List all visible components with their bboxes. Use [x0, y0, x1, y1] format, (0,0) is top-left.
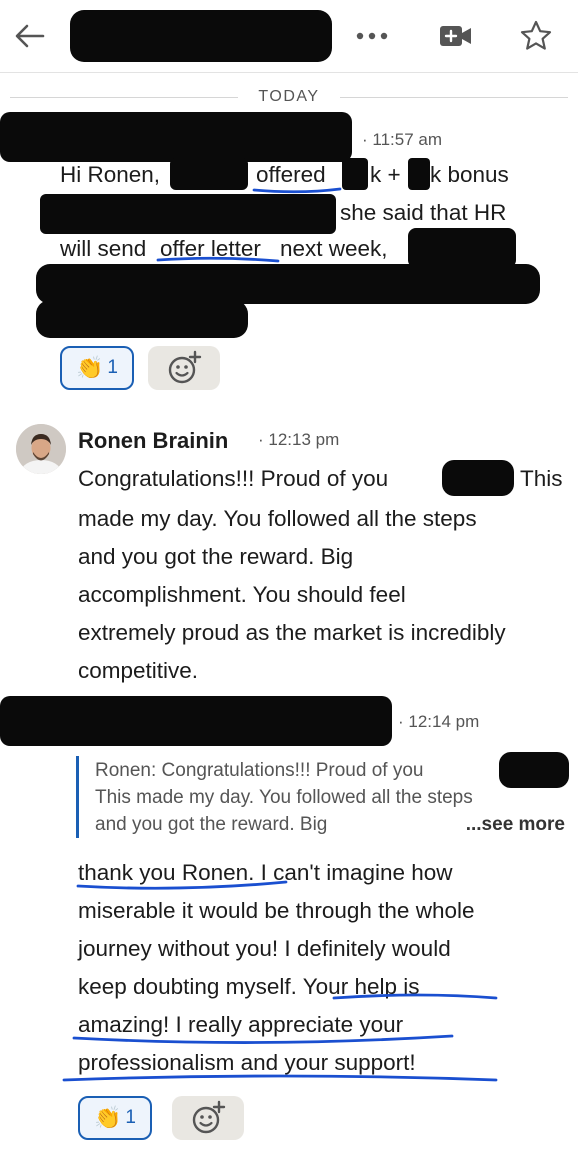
add-reaction-button[interactable] [172, 1096, 244, 1140]
pen-underline [62, 1074, 498, 1082]
quoted-message[interactable]: Ronen: Congratulations!!! Proud of you T… [76, 752, 569, 838]
redaction [36, 300, 248, 338]
sender-name[interactable]: Ronen Brainin [78, 428, 228, 454]
redaction [408, 158, 430, 190]
timestamp-text: 12:14 pm [408, 712, 480, 731]
see-more-link[interactable]: ...see more [466, 814, 565, 836]
message-text: Congratulations!!! Proud of you [78, 466, 389, 491]
message-text: Hi Ronen, [60, 162, 161, 187]
redaction [442, 460, 514, 496]
message-text: offered [256, 162, 326, 187]
add-emoji-icon [192, 1100, 226, 1134]
conversation-header [0, 0, 578, 73]
redacted-sender-name [0, 696, 392, 746]
avatar[interactable] [16, 424, 66, 474]
message-text: miserable it would be through the whole [78, 898, 475, 923]
message-text: k + [370, 162, 401, 187]
message-text: extremely proud as the market is incredi… [78, 620, 506, 645]
star-button[interactable] [516, 16, 556, 56]
timestamp-text: 11:57 am [372, 130, 443, 149]
quote-text: and you got the reward. Big [95, 814, 328, 835]
message-text: competitive. [78, 658, 199, 683]
message-text: next week, [280, 236, 388, 261]
clap-reaction-button[interactable]: 👏 1 [60, 346, 134, 390]
reaction-count: 1 [107, 357, 118, 378]
clap-icon: 👏 [76, 355, 104, 380]
arrow-left-icon [15, 24, 45, 48]
message-timestamp: · 12:14 pm [398, 712, 480, 731]
more-options-button[interactable] [352, 16, 392, 56]
star-outline-icon [520, 20, 552, 50]
redacted-sender-name [0, 112, 352, 162]
avatar-image [16, 424, 66, 474]
redaction [408, 228, 516, 268]
message-text: amazing! I really appreciate your [78, 1012, 404, 1037]
date-divider-label: TODAY [258, 88, 320, 105]
clap-icon: 👏 [94, 1105, 122, 1130]
message-text: thank you Ronen. I can't imagine how [78, 860, 453, 885]
redaction [342, 158, 368, 190]
add-emoji-icon [168, 350, 202, 384]
message-text: keep doubting myself. Your help is [78, 974, 420, 999]
redacted-contact-name [70, 10, 332, 62]
message-text: made my day. You followed all the steps [78, 506, 477, 531]
message-text: accomplishment. You should feel [78, 582, 406, 607]
message-text: This [520, 466, 563, 491]
message-text: professionalism and your support! [78, 1050, 416, 1075]
redaction [499, 752, 569, 788]
quote-text: This made my day. You followed all the s… [95, 787, 473, 808]
message-text: journey without you! I definitely would [78, 936, 451, 961]
redaction [170, 158, 248, 190]
pen-underline [252, 187, 342, 194]
message-text: she said that HR [340, 200, 507, 225]
message-text: offer letter [160, 236, 261, 261]
reaction-count: 1 [125, 1107, 136, 1128]
quote-text: Ronen: Congratulations!!! Proud of you [95, 760, 424, 781]
redaction [40, 194, 336, 234]
video-call-button[interactable] [436, 16, 476, 56]
video-plus-icon [440, 26, 471, 46]
message-timestamp: · 12:13 pm [258, 430, 340, 449]
redaction [36, 264, 540, 304]
date-divider: TODAY [0, 84, 578, 110]
message-timestamp: · 11:57 am [362, 130, 443, 149]
clap-reaction-button[interactable]: 👏 1 [78, 1096, 152, 1140]
timestamp-text: 12:13 pm [268, 430, 340, 449]
back-button[interactable] [10, 16, 50, 56]
add-reaction-button[interactable] [148, 346, 220, 390]
message-text: will send [60, 236, 147, 261]
message-text: and you got the reward. Big [78, 544, 354, 569]
more-horizontal-icon [356, 32, 388, 40]
message-text: k bonus [430, 162, 509, 187]
